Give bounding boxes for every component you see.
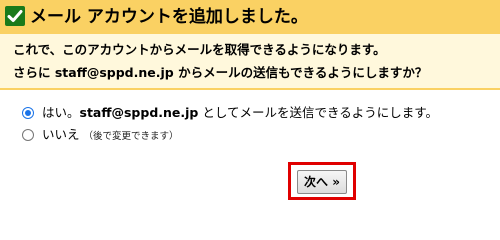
option-yes-prefix: はい。 (42, 105, 80, 120)
check-icon (5, 6, 25, 26)
option-no[interactable]: いいえ （後で変更できます） (22, 127, 179, 143)
option-yes-label: はい。staff@sppd.ne.jp としてメールを送信できるようにします。 (42, 105, 438, 121)
description-panel: これで、このアカウントからメールを取得できるようになります。 さらに staff… (0, 34, 500, 88)
radio-yes[interactable] (22, 107, 34, 119)
next-button[interactable]: 次へ » (297, 170, 347, 194)
description-prefix: さらに (13, 65, 55, 80)
header-bar: メール アカウントを追加しました。 (0, 0, 500, 34)
option-yes-suffix: としてメールを送信できるようにします。 (198, 105, 438, 120)
description-line-2: さらに staff@sppd.ne.jp からメールの送信もできるようにしますか… (13, 65, 427, 81)
description-line-1: これで、このアカウントからメールを取得できるようになります。 (13, 42, 386, 57)
description-email: staff@sppd.ne.jp (54, 65, 174, 80)
option-no-note: （後で変更できます） (83, 131, 179, 142)
description-suffix: からメールの送信もできるようにしますか？ (173, 65, 428, 80)
option-yes-email: staff@sppd.ne.jp (79, 105, 199, 120)
divider (0, 88, 500, 90)
radio-no[interactable] (22, 129, 34, 141)
option-no-label: いいえ (42, 127, 80, 142)
option-yes[interactable]: はい。staff@sppd.ne.jp としてメールを送信できるようにします。 (22, 105, 438, 121)
page-title: メール アカウントを追加しました。 (30, 7, 308, 27)
